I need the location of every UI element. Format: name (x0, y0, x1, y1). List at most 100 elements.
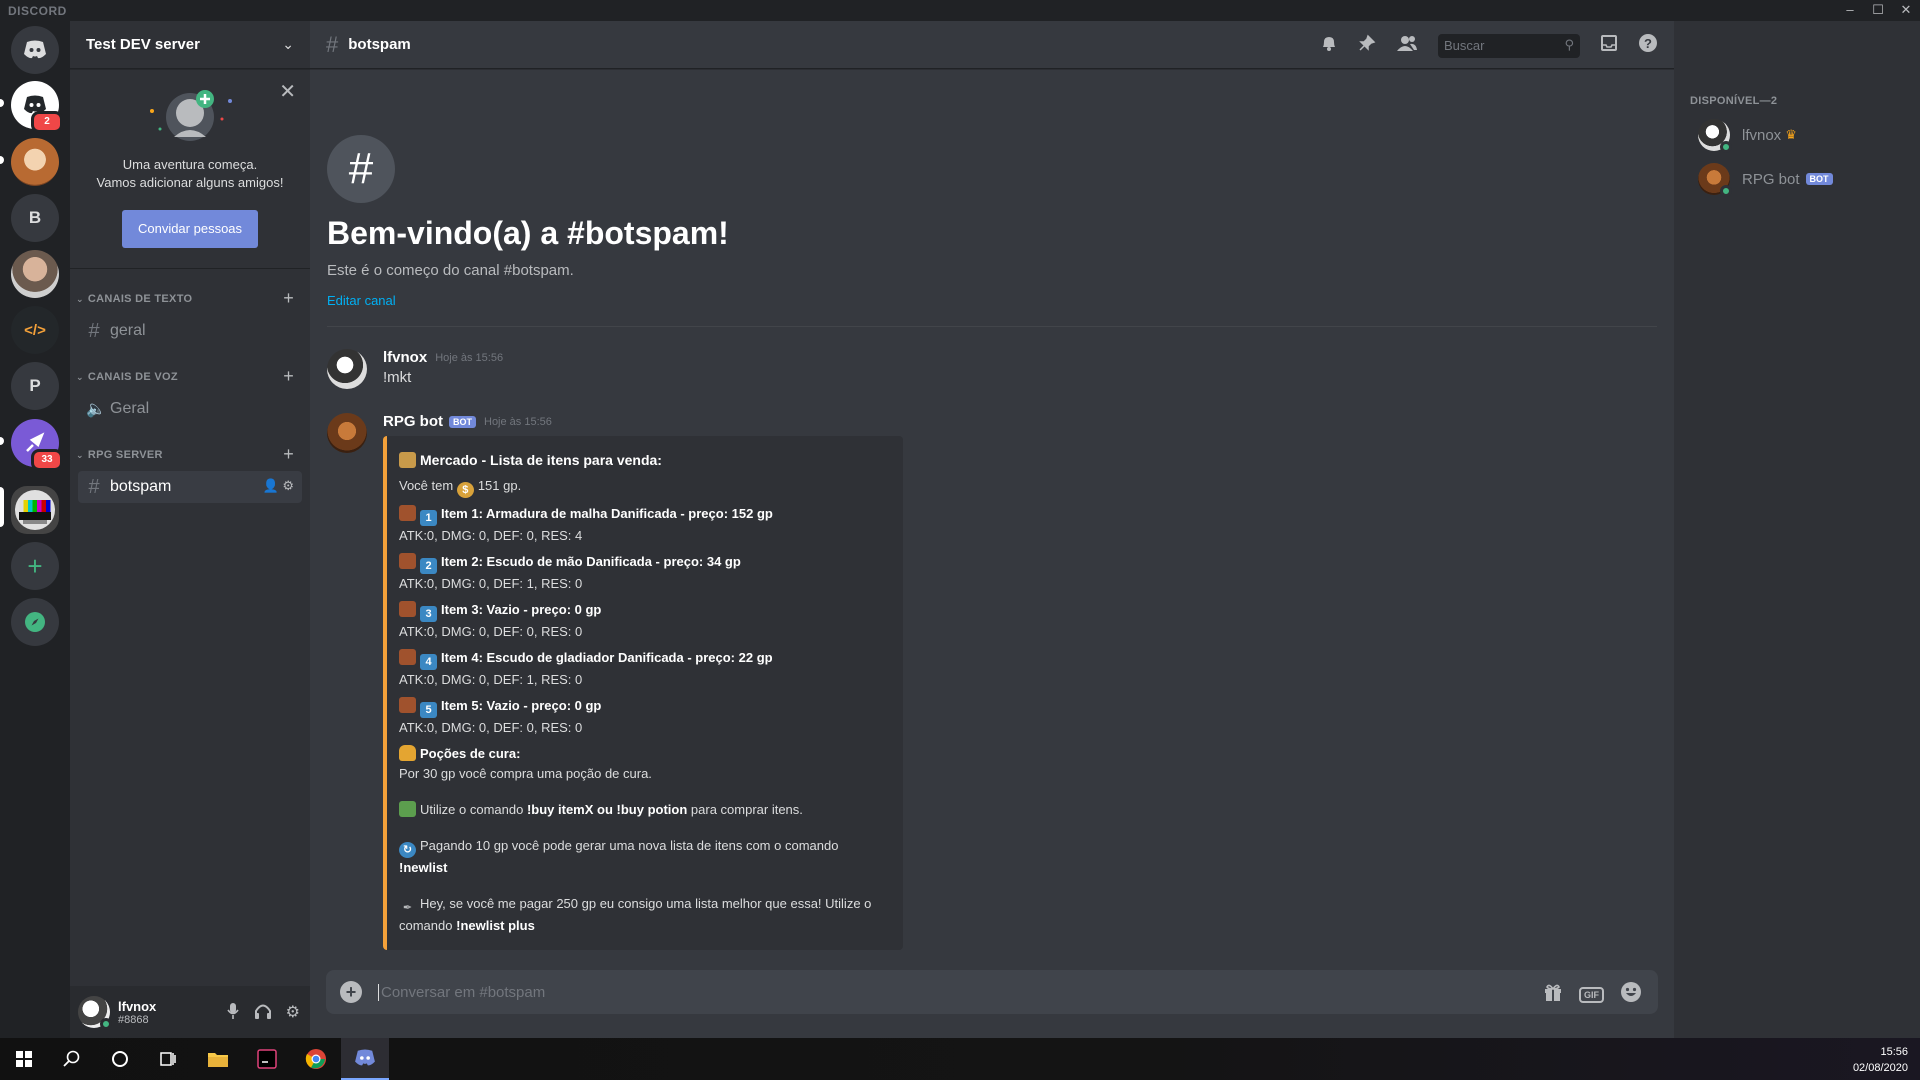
help-icon[interactable]: ? (1638, 33, 1658, 58)
attach-plus-icon[interactable]: + (340, 981, 362, 1003)
invite-people-button[interactable]: Convidar pessoas (122, 210, 258, 248)
server-rocket[interactable]: 33 (11, 419, 63, 471)
microphone-icon[interactable] (226, 1002, 240, 1025)
server-name: Test DEV server (86, 36, 200, 53)
avatar (1698, 163, 1732, 197)
server-discord-dm[interactable]: 2 (11, 81, 63, 133)
member-item[interactable]: RPG bot BOT (1698, 163, 1833, 197)
headphones-icon[interactable] (254, 1002, 272, 1025)
emoji-icon[interactable] (1620, 981, 1642, 1008)
gear-icon[interactable]: ⚙ (282, 478, 294, 493)
file-explorer-icon[interactable] (194, 1038, 242, 1080)
potions-title: Poções de cura: (420, 746, 521, 761)
channel-welcome: # Bem-vindo(a) a #botspam! Este é o come… (327, 135, 729, 308)
newlist-hint-text: Pagando 10 gp você pode gerar uma nova l… (420, 838, 839, 853)
message-timestamp: Hoje às 15:56 (435, 351, 504, 364)
gear-icon[interactable]: ⚙ (286, 1002, 300, 1025)
close-icon[interactable]: ✕ (279, 79, 296, 104)
search-icon: ⚲ (1564, 36, 1574, 52)
channel-botspam[interactable]: # botspam 👤 ⚙ (78, 471, 302, 503)
avatar[interactable] (327, 349, 367, 389)
server-person[interactable] (11, 250, 59, 298)
gold-value: 151 gp. (477, 478, 522, 493)
avatar[interactable] (78, 996, 112, 1030)
windows-start-icon[interactable] (0, 1038, 48, 1080)
channel-label: Geral (110, 400, 150, 417)
add-channel-icon[interactable]: + (283, 288, 294, 309)
chrome-icon[interactable] (292, 1038, 340, 1080)
home-button[interactable] (11, 26, 59, 74)
gift-icon[interactable] (1543, 982, 1563, 1007)
shop-item: 5 Item 5: Vazio - preço: 0 gp (399, 696, 889, 718)
online-status-icon (1720, 185, 1732, 197)
bell-icon[interactable] (1320, 34, 1338, 57)
pin-icon[interactable] (1358, 34, 1376, 57)
add-channel-icon[interactable]: + (283, 366, 294, 387)
server-test-dev[interactable] (11, 486, 59, 534)
item-stats: ATK:0, DMG: 0, DEF: 1, RES: 0 (399, 576, 583, 591)
message-timestamp: Hoje às 15:56 (484, 415, 552, 428)
message-input[interactable]: Conversar em #botspam (378, 983, 545, 1001)
maximize-icon[interactable]: ☐ (1864, 0, 1892, 21)
category-voice-channels[interactable]: ⌄ CANAIS DE VOZ + (70, 363, 310, 391)
voice-channel-geral[interactable]: 🔈 Geral (78, 393, 302, 425)
message-author[interactable]: RPG bot (383, 413, 443, 430)
item-stats: ATK:0, DMG: 0, DEF: 0, RES: 0 (399, 624, 583, 639)
message-composer[interactable]: + Conversar em #botspam GIF (326, 970, 1658, 1014)
server-p[interactable]: P (11, 362, 59, 410)
system-clock[interactable]: 15:56 02/08/2020 (1853, 1044, 1908, 1076)
server-b[interactable]: B (11, 194, 59, 242)
online-status-icon (100, 1018, 112, 1030)
terminal-icon[interactable] (243, 1038, 291, 1080)
members-heading: DISPONÍVEL—2 (1690, 95, 1778, 107)
close-icon[interactable]: ✕ (1892, 0, 1920, 21)
channel-geral[interactable]: # geral (78, 315, 302, 347)
category-label: CANAIS DE VOZ (87, 371, 178, 383)
item-stats: ATK:0, DMG: 0, DEF: 0, RES: 4 (399, 528, 583, 543)
discord-icon (24, 40, 46, 59)
unread-pill (0, 156, 4, 164)
shop-item: 4 Item 4: Escudo de gladiador Danificada … (399, 648, 889, 670)
discord-icon[interactable] (341, 1038, 389, 1080)
member-item[interactable]: lfvnox ♛ (1698, 119, 1797, 153)
scroll-icon (399, 452, 416, 468)
market-embed: Mercado - Lista de itens para venda: Voc… (383, 436, 903, 950)
inbox-icon[interactable] (1600, 34, 1618, 57)
category-text-channels[interactable]: ⌄ CANAIS DE TEXTO + (70, 285, 310, 313)
message-author[interactable]: lfvnox (383, 349, 427, 366)
edit-channel-link[interactable]: Editar canal (327, 293, 729, 308)
welcome-subtitle: Este é o começo do canal #botspam. (327, 262, 574, 279)
category-rpg-server[interactable]: ⌄ RPG SERVER + (70, 441, 310, 469)
crown-icon: ♛ (1785, 127, 1797, 142)
item-title: Item 1: Armadura de malha Danificada - p… (441, 506, 773, 521)
server-header[interactable]: Test DEV server ⌄ (70, 21, 310, 69)
embed-title-text: Mercado - Lista de itens para venda: (420, 452, 662, 468)
add-server-button[interactable]: + (11, 542, 59, 590)
arrows-cycle-icon: ↻ (399, 842, 416, 858)
shop-item: 1 Item 1: Armadura de malha Danificada - … (399, 504, 889, 526)
search-icon[interactable] (48, 1038, 96, 1080)
search-input[interactable]: Buscar ⚲ (1438, 33, 1580, 58)
cortana-icon[interactable] (96, 1038, 144, 1080)
server-dog[interactable] (11, 138, 59, 186)
task-view-icon[interactable] (144, 1038, 192, 1080)
chevron-down-icon: ⌄ (76, 371, 84, 382)
member-list-icon[interactable] (1396, 34, 1418, 57)
server-initial: B (28, 208, 42, 227)
text-channel-icon: # (326, 31, 339, 57)
gif-icon[interactable]: GIF (1579, 986, 1604, 1003)
avatar[interactable] (327, 413, 367, 453)
server-initial: P (29, 376, 41, 395)
buy-hint: Utilize o comando !buy itemX ou !buy pot… (399, 800, 889, 820)
chat-area: # botspam Buscar ⚲ ? # Bem-vindo(a) a #b… (310, 21, 1674, 1038)
explore-servers-button[interactable] (11, 598, 59, 646)
shop-item: 3 Item 3: Vazio - preço: 0 gp (399, 600, 889, 622)
gold-line: Você tem $151 gp. (399, 476, 889, 498)
minimize-icon[interactable]: – (1836, 0, 1864, 21)
create-invite-icon[interactable]: 👤 (263, 478, 279, 493)
newlist-hint: ↻ Pagando 10 gp você pode gerar uma nova … (399, 836, 889, 878)
keycap-number-icon: 5 (420, 702, 437, 718)
invite-card: ✕ Uma aventura começa. Vamos adicionar a… (70, 69, 310, 269)
add-channel-icon[interactable]: + (283, 444, 294, 465)
server-code[interactable]: </> (11, 306, 59, 354)
